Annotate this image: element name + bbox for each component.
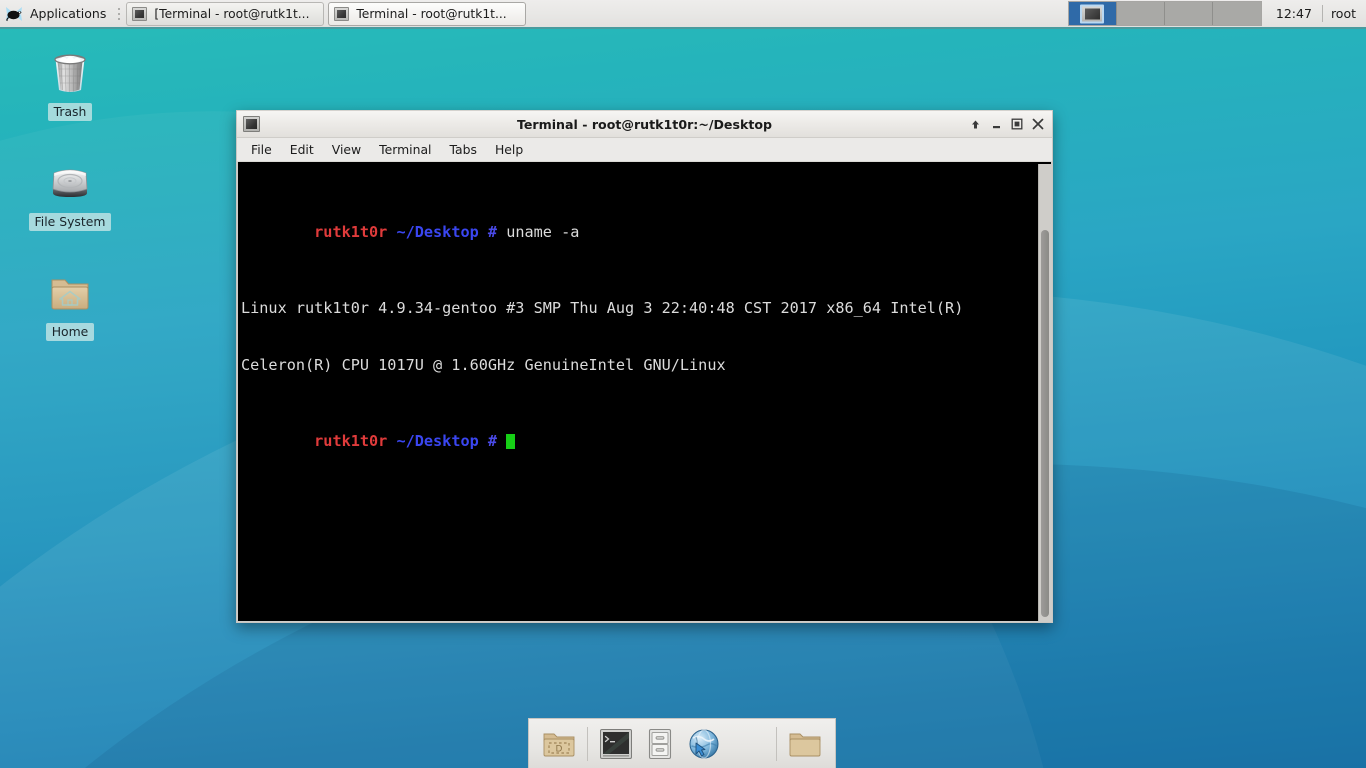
user-indicator[interactable]: root: [1325, 6, 1366, 21]
dock-separator-2: [776, 726, 777, 761]
trash-icon: [46, 48, 94, 96]
terminal-icon: [600, 728, 632, 759]
top-panel: Applications [Terminal - root@rutk1t... …: [0, 0, 1366, 29]
applications-menu-label: Applications: [30, 6, 107, 21]
terminal-icon: [334, 6, 350, 21]
terminal-output-line: Celeron(R) CPU 1017U @ 1.60GHz GenuineIn…: [241, 356, 726, 374]
scrollbar-thumb[interactable]: [1041, 230, 1049, 617]
prompt-symbol: #: [487, 432, 498, 450]
folder-launcher-icon[interactable]: [783, 722, 827, 766]
prompt-path: ~/Desktop: [396, 432, 479, 450]
workspace-3[interactable]: [1164, 2, 1213, 25]
prompt-host: rutk1t0r: [314, 223, 388, 241]
desktop-icon-label: File System: [28, 213, 112, 231]
web-browser-icon[interactable]: [682, 722, 726, 766]
prompt-symbol: #: [487, 223, 498, 241]
terminal-screen[interactable]: rutk1t0r ~/Desktop # uname -a Linux rutk…: [238, 164, 1038, 621]
panel-handle[interactable]: [116, 5, 122, 23]
panel-divider: [1321, 5, 1323, 22]
maximize-button[interactable]: [1007, 115, 1027, 134]
menu-tabs[interactable]: Tabs: [441, 140, 486, 159]
workspace-4[interactable]: [1212, 2, 1261, 25]
terminal-command: uname -a: [506, 223, 580, 241]
minimize-button[interactable]: [986, 115, 1006, 134]
folder-desktop-icon: D: [543, 733, 575, 756]
desktop-icon-label: Home: [45, 323, 95, 341]
close-button[interactable]: [1028, 115, 1048, 134]
terminal-cursor: [506, 434, 516, 449]
xfce-mouse-icon: [3, 4, 25, 24]
desktop-icon-home[interactable]: Home: [26, 268, 114, 341]
workspace-1[interactable]: [1068, 2, 1117, 25]
file-cabinet-icon: [648, 728, 672, 759]
terminal-output-line: Linux rutk1t0r 4.9.34-gentoo #3 SMP Thu …: [241, 299, 964, 317]
menu-terminal[interactable]: Terminal: [370, 140, 440, 159]
terminal-scrollbar[interactable]: [1038, 164, 1051, 621]
prompt-host: rutk1t0r: [314, 432, 388, 450]
terminal-line: rutk1t0r ~/Desktop #: [241, 413, 1038, 470]
menu-help[interactable]: Help: [486, 140, 532, 159]
workspace-2[interactable]: [1116, 2, 1165, 25]
desktop-icon-trash[interactable]: Trash: [26, 48, 114, 121]
home-folder-icon: [46, 268, 94, 316]
desktop-icon-file-system[interactable]: File System: [26, 158, 114, 231]
menu-view[interactable]: View: [323, 140, 370, 159]
terminal-window[interactable]: Terminal - root@rutk1t0r:~/Desktop File …: [236, 110, 1053, 623]
desktop-icon-label: Trash: [47, 103, 93, 121]
clock[interactable]: 12:47: [1268, 6, 1320, 21]
applications-menu-button[interactable]: Applications: [0, 0, 112, 27]
task-button-label: [Terminal - root@rutk1t...: [154, 6, 310, 21]
dock-separator-1: [587, 726, 588, 761]
menu-file[interactable]: File: [242, 140, 281, 159]
window-titlebar[interactable]: Terminal - root@rutk1t0r:~/Desktop: [237, 110, 1052, 138]
prompt-path: ~/Desktop: [396, 223, 479, 241]
show-desktop-icon[interactable]: D: [537, 722, 581, 766]
workspace-switcher[interactable]: [1067, 1, 1262, 26]
workspace-window-thumbnail: [1080, 4, 1105, 23]
window-controls: [965, 115, 1052, 134]
terminal-icon: [243, 116, 260, 132]
terminal-icon: [132, 6, 148, 21]
file-manager-icon[interactable]: [638, 722, 682, 766]
terminal-line: rutk1t0r ~/Desktop # uname -a: [241, 204, 1038, 261]
menu-edit[interactable]: Edit: [281, 140, 323, 159]
harddisk-icon: [46, 158, 94, 206]
terminal-launcher-icon[interactable]: [594, 722, 638, 766]
globe-icon: [689, 728, 719, 759]
bottom-dock-panel: D: [528, 718, 836, 768]
task-button-terminal-2[interactable]: Terminal - root@rutk1t...: [328, 1, 527, 26]
terminal-body[interactable]: rutk1t0r ~/Desktop # uname -a Linux rutk…: [237, 162, 1052, 622]
task-button-label: Terminal - root@rutk1t...: [356, 6, 507, 21]
folder-icon: [789, 733, 821, 756]
menu-bar: File Edit View Terminal Tabs Help: [237, 138, 1052, 162]
window-title: Terminal - root@rutk1t0r:~/Desktop: [516, 116, 773, 132]
shade-button[interactable]: [965, 115, 985, 134]
svg-text:D: D: [556, 744, 563, 754]
task-button-terminal-1[interactable]: [Terminal - root@rutk1t...: [126, 1, 325, 26]
window-task-list: [Terminal - root@rutk1t... Terminal - ro…: [126, 0, 527, 27]
